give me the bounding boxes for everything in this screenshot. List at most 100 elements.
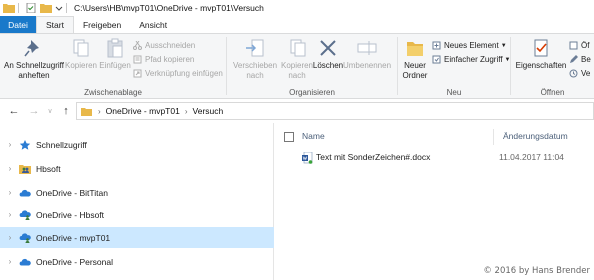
- divider: [66, 3, 67, 13]
- select-all-checkbox[interactable]: [284, 132, 294, 142]
- rename-button[interactable]: Umbenennen: [343, 37, 391, 71]
- scissors-icon: [133, 40, 142, 50]
- easy-access-icon: [432, 55, 441, 64]
- address-bar[interactable]: › OneDrive - mvpT01 › Versuch: [76, 102, 594, 120]
- title-bar: C:\Users\HB\mvpT01\OneDrive - mvpT01\Ver…: [0, 0, 594, 16]
- edit-label: Be: [581, 55, 591, 64]
- chevron-right-icon[interactable]: ›: [5, 188, 15, 197]
- nav-item-quick-access[interactable]: › Schnellzugriff: [0, 134, 274, 155]
- pin-icon: [23, 37, 45, 59]
- nav-item-onedrive-hbsoft[interactable]: › OneDrive - Hbsoft: [0, 204, 274, 225]
- window-title: C:\Users\HB\mvpT01\OneDrive - mvpT01\Ver…: [74, 3, 264, 13]
- file-row[interactable]: Text mit SonderZeichen#.docx 11.04.2017 …: [275, 149, 594, 167]
- nav-item-onedrive-mvpt01[interactable]: › OneDrive - mvpT01: [0, 227, 274, 248]
- nav-item-label: OneDrive - mvpT01: [36, 232, 111, 243]
- move-to-label-line2: nach: [246, 71, 264, 80]
- address-row: ← → ∨ ↑ › OneDrive - mvpT01 › Versuch: [0, 99, 594, 123]
- delete-label: Löschen: [312, 61, 344, 70]
- paste-button[interactable]: Einfügen: [98, 37, 132, 71]
- open-label: Öf: [581, 41, 590, 50]
- nav-item-onedrive-bittitan[interactable]: › OneDrive - BitTitan: [0, 182, 274, 203]
- history-icon: [569, 69, 578, 78]
- properties-label: Eigenschaften: [515, 61, 567, 70]
- properties-quick-icon[interactable]: [25, 2, 37, 14]
- watermark: © 2016 by Hans Brender: [483, 266, 590, 276]
- properties-icon: [530, 37, 552, 59]
- cloud-people-icon: [19, 232, 31, 243]
- copy-to-label-line1: Kopieren: [280, 61, 314, 70]
- paste-shortcut-label: Verknüpfung einfügen: [145, 69, 223, 78]
- tab-share[interactable]: Freigeben: [74, 16, 130, 33]
- navigation-pane: › Schnellzugriff › Hbsoft › OneDrive - B…: [0, 123, 274, 280]
- column-name-header[interactable]: Name: [302, 131, 325, 141]
- pin-quick-access-button[interactable]: An Schnellzugriff anheften: [4, 37, 64, 81]
- new-folder-label-line2: Ordner: [402, 71, 428, 80]
- forward-arrow-icon[interactable]: →: [28, 105, 40, 117]
- new-group: Neuer Ordner Neues Element ▼ Einfacher Z…: [398, 34, 511, 99]
- up-arrow-icon[interactable]: ↑: [60, 105, 72, 117]
- edit-icon: [569, 55, 578, 64]
- nav-item-hbsoft[interactable]: › Hbsoft: [0, 158, 274, 179]
- new-item-label: Neues Element: [444, 41, 499, 50]
- file-list-pane: Name Änderungsdatum Text mit SonderZeich…: [275, 123, 594, 280]
- star-icon: [19, 139, 31, 150]
- properties-button[interactable]: Eigenschaften: [515, 37, 567, 71]
- copy-path-button[interactable]: Pfad kopieren: [133, 54, 194, 65]
- chevron-down-icon: ▼: [500, 42, 507, 49]
- cut-button[interactable]: Ausschneiden: [133, 40, 195, 51]
- breadcrumb-onedrive[interactable]: OneDrive - mvpT01: [106, 106, 180, 116]
- chevron-right-icon[interactable]: ›: [5, 164, 15, 173]
- copy-button[interactable]: Kopieren: [64, 37, 98, 71]
- delete-x-icon: [317, 37, 339, 59]
- divider[interactable]: [493, 129, 494, 145]
- nav-item-label: OneDrive - BitTitan: [36, 187, 108, 198]
- history-button[interactable]: Ve: [569, 68, 590, 79]
- organize-group: Verschieben nach Kopieren nach Löschen U…: [227, 34, 397, 99]
- chevron-right-icon[interactable]: ›: [5, 140, 15, 149]
- file-name: Text mit SonderZeichen#.docx: [316, 152, 431, 162]
- back-arrow-icon[interactable]: ←: [8, 105, 20, 117]
- tab-file[interactable]: Datei: [0, 16, 36, 33]
- rename-icon: [356, 37, 378, 59]
- file-modified-date: 11.04.2017 11:04: [499, 152, 564, 162]
- edit-button[interactable]: Be: [569, 54, 591, 65]
- open-icon: [569, 41, 578, 50]
- easy-access-button[interactable]: Einfacher Zugriff ▼: [432, 54, 511, 65]
- new-item-button[interactable]: Neues Element ▼: [432, 40, 507, 51]
- ribbon: An Schnellzugriff anheften Kopieren Einf…: [0, 33, 594, 99]
- chevron-right-icon[interactable]: ›: [98, 107, 101, 116]
- new-folder-label-line1: Neuer: [404, 61, 426, 70]
- folder-icon: [3, 3, 15, 13]
- chevron-right-icon[interactable]: ›: [185, 107, 188, 116]
- tab-start[interactable]: Start: [36, 16, 74, 33]
- nav-item-onedrive-personal[interactable]: › OneDrive - Personal: [0, 251, 274, 272]
- delete-button[interactable]: Löschen: [313, 37, 343, 71]
- new-group-label: Neu: [446, 88, 462, 97]
- new-folder-quick-icon[interactable]: [40, 3, 52, 13]
- cloud-icon: [19, 188, 31, 198]
- chevron-down-icon[interactable]: ∨: [44, 107, 56, 115]
- chevron-right-icon[interactable]: ›: [5, 257, 15, 266]
- people-folder-icon: [19, 164, 31, 174]
- open-group: Eigenschaften Öf Be Ve Öffnen: [511, 34, 594, 99]
- copy-path-icon: [133, 55, 142, 64]
- copy-to-button[interactable]: Kopieren nach: [277, 37, 317, 81]
- paste-shortcut-icon: [133, 69, 142, 78]
- easy-access-label: Einfacher Zugriff: [444, 55, 503, 64]
- chevron-down-icon[interactable]: [55, 3, 63, 13]
- copy-to-icon: [286, 37, 308, 59]
- history-label: Ve: [581, 69, 591, 78]
- nav-item-label: Hbsoft: [36, 163, 61, 174]
- new-item-icon: [432, 41, 441, 50]
- tab-view[interactable]: Ansicht: [130, 16, 176, 33]
- copy-path-label: Pfad kopieren: [145, 55, 195, 64]
- chevron-right-icon[interactable]: ›: [5, 210, 15, 219]
- chevron-right-icon[interactable]: ›: [5, 233, 15, 242]
- new-folder-button[interactable]: Neuer Ordner: [400, 37, 430, 81]
- breadcrumb-versuch[interactable]: Versuch: [193, 106, 224, 116]
- nav-item-label: Schnellzugriff: [36, 139, 87, 150]
- column-date-header[interactable]: Änderungsdatum: [503, 131, 568, 141]
- paste-shortcut-button[interactable]: Verknüpfung einfügen: [133, 68, 223, 79]
- move-to-button[interactable]: Verschieben nach: [231, 37, 279, 81]
- open-button[interactable]: Öf: [569, 40, 589, 51]
